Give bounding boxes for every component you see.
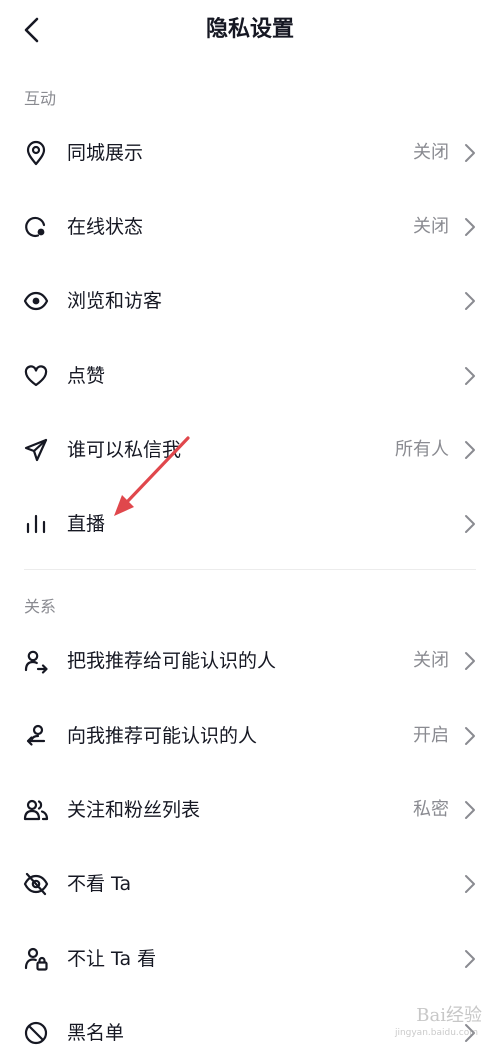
- row-label: 不让 Ta 看: [67, 948, 157, 970]
- paper-plane-icon: [22, 436, 50, 464]
- row-label: 黑名单: [67, 1022, 125, 1044]
- row-value: 关闭: [413, 142, 449, 163]
- location-pin-icon: [22, 139, 50, 167]
- user-recommend-icon: [22, 722, 50, 750]
- section-header-interaction: 互动: [24, 89, 57, 108]
- row-direct-messages[interactable]: 谁可以私信我 所有人: [0, 421, 500, 479]
- row-label: 点赞: [67, 365, 106, 387]
- chevron-right-icon: [465, 441, 475, 459]
- row-label: 谁可以私信我: [67, 439, 182, 461]
- row-label: 向我推荐可能认识的人: [67, 725, 258, 747]
- row-label: 在线状态: [67, 216, 144, 238]
- chevron-right-icon: [465, 292, 475, 310]
- chevron-right-icon: [465, 218, 475, 236]
- watermark-subtext: jingyan.baidu.com: [394, 1028, 478, 1038]
- row-views-visitors[interactable]: 浏览和访客: [0, 272, 500, 330]
- row-value: 私密: [413, 799, 449, 820]
- section-divider: [24, 569, 476, 570]
- chevron-right-icon: [465, 652, 475, 670]
- row-following-followers[interactable]: 关注和粉丝列表 私密: [0, 781, 500, 839]
- chevron-right-icon: [465, 950, 475, 968]
- row-value: 关闭: [413, 650, 449, 671]
- row-recommend-me-to-others[interactable]: 把我推荐给可能认识的人 关闭: [0, 632, 500, 690]
- page-title: 隐私设置: [205, 17, 294, 42]
- block-icon: [22, 1019, 50, 1047]
- row-hide-from-them[interactable]: 不让 Ta 看: [0, 930, 500, 988]
- row-value: 所有人: [395, 439, 449, 460]
- chevron-right-icon: [465, 367, 475, 385]
- online-status-icon: [22, 213, 50, 241]
- watermark-text: Bai经验: [416, 1005, 482, 1026]
- chevron-right-icon: [465, 727, 475, 745]
- eye-off-icon: [22, 870, 50, 898]
- chevron-right-icon: [465, 801, 475, 819]
- watermark: Bai经验 jingyan.baidu.com: [395, 1005, 482, 1039]
- section-header-relations: 关系: [24, 597, 57, 616]
- row-online-status[interactable]: 在线状态 关闭: [0, 198, 500, 256]
- row-label: 浏览和访客: [67, 290, 163, 312]
- row-recommend-to-me[interactable]: 向我推荐可能认识的人 开启: [0, 707, 500, 765]
- row-label: 同城展示: [67, 142, 144, 164]
- heart-icon: [22, 362, 50, 390]
- eye-icon: [22, 287, 50, 315]
- row-label: 直播: [67, 513, 106, 535]
- row-value: 关闭: [413, 216, 449, 237]
- row-label: 不看 Ta: [67, 873, 132, 895]
- header-bar: 隐私设置: [0, 0, 500, 62]
- row-live[interactable]: 直播: [0, 495, 500, 553]
- row-value: 开启: [413, 725, 449, 746]
- row-likes[interactable]: 点赞: [0, 347, 500, 405]
- chevron-right-icon: [465, 875, 475, 893]
- live-bars-icon: [22, 510, 50, 538]
- user-lock-icon: [22, 945, 50, 973]
- chevron-right-icon: [465, 144, 475, 162]
- row-label: 把我推荐给可能认识的人: [67, 650, 277, 672]
- users-icon: [22, 796, 50, 824]
- user-share-icon: [22, 647, 50, 675]
- row-local-display[interactable]: 同城展示 关闭: [0, 124, 500, 182]
- row-label: 关注和粉丝列表: [67, 799, 201, 821]
- row-dont-see-them[interactable]: 不看 Ta: [0, 855, 500, 913]
- chevron-right-icon: [465, 515, 475, 533]
